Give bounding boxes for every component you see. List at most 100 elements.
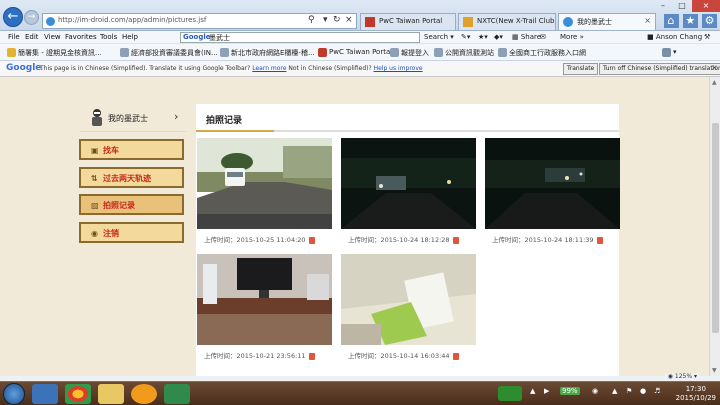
volume-icon[interactable]: ♬: [654, 387, 660, 395]
back-button[interactable]: ←: [3, 7, 23, 27]
share-button[interactable]: ▦ Share: [512, 33, 541, 41]
sidebar-item-photo-records[interactable]: ▨ 拍照记录: [79, 194, 184, 215]
share-label: Share: [520, 33, 542, 41]
favorites-star-icon[interactable]: ★: [682, 14, 698, 28]
favorite-item-6[interactable]: 公開資訊觀測站: [434, 48, 494, 58]
trash-icon[interactable]: [452, 352, 459, 360]
trash-icon[interactable]: [596, 236, 603, 244]
sidebar-item-find-car[interactable]: ▣ 找车: [79, 139, 184, 160]
translate-button[interactable]: Translate: [563, 63, 599, 75]
toolbar-wrench-icon[interactable]: ⚒: [704, 33, 710, 41]
bluetooth-icon[interactable]: ▶: [544, 387, 549, 395]
scroll-down-icon[interactable]: ▼: [712, 367, 717, 374]
tab-nxtc[interactable]: NXTC(New X-Trail Club): [458, 13, 556, 30]
google-search-input[interactable]: Google 墨武士: [180, 32, 420, 43]
photo-thumbnail[interactable]: [341, 254, 476, 345]
security-icon[interactable]: ●: [640, 387, 646, 395]
search-button-label: Search: [424, 33, 449, 41]
help-improve-link[interactable]: Help us improve: [374, 65, 423, 72]
photo-thumbnail[interactable]: [485, 138, 620, 229]
clock[interactable]: 17:30 2015/10/29: [676, 385, 716, 403]
tab-my-mowushi[interactable]: 我的墨武士 ×: [558, 13, 656, 30]
app-taskbar-icon[interactable]: [131, 384, 157, 404]
pwc-favicon-icon: [318, 48, 327, 57]
excel-taskbar-icon[interactable]: [164, 384, 190, 404]
close-translate-icon[interactable]: ×: [711, 63, 718, 72]
photo-thumbnail[interactable]: [197, 138, 332, 229]
flag-icon[interactable]: ⚑: [626, 387, 632, 395]
favorite-item-5[interactable]: 報提登入: [390, 48, 429, 58]
zoom-level[interactable]: ◉ 125% ▾: [664, 373, 700, 380]
photo-thumbnail[interactable]: [341, 138, 476, 229]
favorite-item-7[interactable]: 全國商工行政服務入口網: [498, 48, 586, 58]
signal-meter-icon[interactable]: [498, 386, 522, 401]
menu-view[interactable]: View: [44, 33, 61, 41]
trash-icon[interactable]: [308, 352, 315, 360]
more-button[interactable]: More »: [560, 33, 584, 41]
address-bar[interactable]: http://im-droid.com/app/admin/pictures.j…: [42, 13, 357, 29]
toolbar-translate-icon[interactable]: ◆▾: [494, 33, 503, 41]
minimize-button[interactable]: –: [654, 0, 672, 12]
turn-off-translation-button[interactable]: Turn off Chinese (Simplified) translatio…: [599, 63, 720, 75]
toolbar-pencil-icon[interactable]: ✎▾: [461, 33, 470, 41]
learn-more-link[interactable]: Learn more: [252, 65, 286, 72]
battery-indicator[interactable]: 99%: [560, 387, 580, 395]
gear-icon[interactable]: ⚙: [702, 14, 717, 28]
favorites-menu-icon[interactable]: ▾: [662, 48, 677, 57]
chrome-taskbar-icon[interactable]: [65, 384, 91, 404]
close-window-button[interactable]: ×: [692, 0, 720, 12]
chevron-right-icon: ›: [174, 110, 179, 123]
maximize-button[interactable]: □: [673, 0, 691, 12]
avatar-icon: [92, 109, 102, 126]
user-header[interactable]: 我的墨武士 ›: [80, 105, 187, 132]
site-favicon-icon: [46, 17, 55, 26]
start-button[interactable]: [3, 383, 25, 405]
toolbar-bookmark-icon[interactable]: ★▾: [478, 33, 488, 41]
home-icon[interactable]: ⌂: [663, 14, 679, 28]
page-scrollbar[interactable]: ▲ ▼: [709, 77, 720, 376]
show-hidden-icons[interactable]: ▲: [612, 387, 617, 395]
favorite-item-2[interactable]: 經濟部投資審議委員會(IN...: [120, 48, 218, 58]
favorite-item-1[interactable]: 簡署集 - 證期見金核資訊...: [7, 48, 102, 58]
window-controls: – □ ×: [654, 0, 720, 12]
google-search-button[interactable]: Search ▾: [424, 33, 454, 41]
network-icon[interactable]: ▲: [530, 387, 535, 395]
scroll-up-icon[interactable]: ▲: [712, 79, 717, 86]
lock-icon: ◉: [91, 229, 98, 238]
close-tab-icon[interactable]: ×: [644, 16, 651, 25]
favorite-label: 公開資訊觀測站: [445, 49, 494, 57]
zoom-icon: ◉: [667, 373, 673, 380]
menu-edit[interactable]: Edit: [25, 33, 39, 41]
stop-icon[interactable]: ×: [345, 15, 353, 25]
sidebar-item-logout[interactable]: ◉ 注销: [79, 222, 184, 243]
favorite-item-4[interactable]: PwC Taiwan Portal: [318, 48, 392, 57]
ie-taskbar-icon[interactable]: [32, 384, 58, 404]
pwc-favicon-icon: [365, 17, 375, 27]
forward-button[interactable]: →: [24, 10, 39, 25]
menu-file[interactable]: File: [8, 33, 20, 41]
page-icon: [220, 48, 229, 57]
title-accent: [196, 130, 274, 132]
user-account-button[interactable]: ■ Anson Chang: [647, 33, 702, 41]
menu-help[interactable]: Help: [122, 33, 138, 41]
explorer-taskbar-icon[interactable]: [98, 384, 124, 404]
search-icon[interactable]: ⚲: [308, 15, 315, 25]
tray-app-icon[interactable]: ◉: [592, 387, 598, 395]
trash-icon[interactable]: [452, 236, 459, 244]
battery-percent: 99%: [562, 387, 578, 395]
favorites-bar: 簡署集 - 證期見金核資訊... 經濟部投資審議委員會(IN... 新北市政府網…: [0, 44, 720, 61]
dropdown-icon[interactable]: ▾: [323, 15, 328, 25]
trash-icon[interactable]: [308, 236, 315, 244]
photo-caption: 上传时间：2015-10-25 11:04:20: [204, 234, 315, 244]
refresh-icon[interactable]: ↻: [333, 15, 341, 25]
menu-tools[interactable]: Tools: [100, 33, 117, 41]
scrollbar-thumb[interactable]: [712, 123, 719, 333]
sidebar-item-two-day-track[interactable]: ⇅ 过去两天轨迹: [79, 167, 184, 188]
tab-pwc[interactable]: PwC Taiwan Portal: [360, 13, 456, 30]
photo-thumbnail[interactable]: [197, 254, 332, 345]
tab-label: PwC Taiwan Portal: [379, 17, 443, 25]
sidebar-item-label: 过去两天轨迹: [103, 174, 151, 183]
menu-favorites[interactable]: Favorites: [65, 33, 97, 41]
toolbar-mail-icon[interactable]: ✉: [540, 33, 546, 41]
favorite-item-3[interactable]: 新北市政府網路E櫃檯-稽...: [220, 48, 315, 58]
